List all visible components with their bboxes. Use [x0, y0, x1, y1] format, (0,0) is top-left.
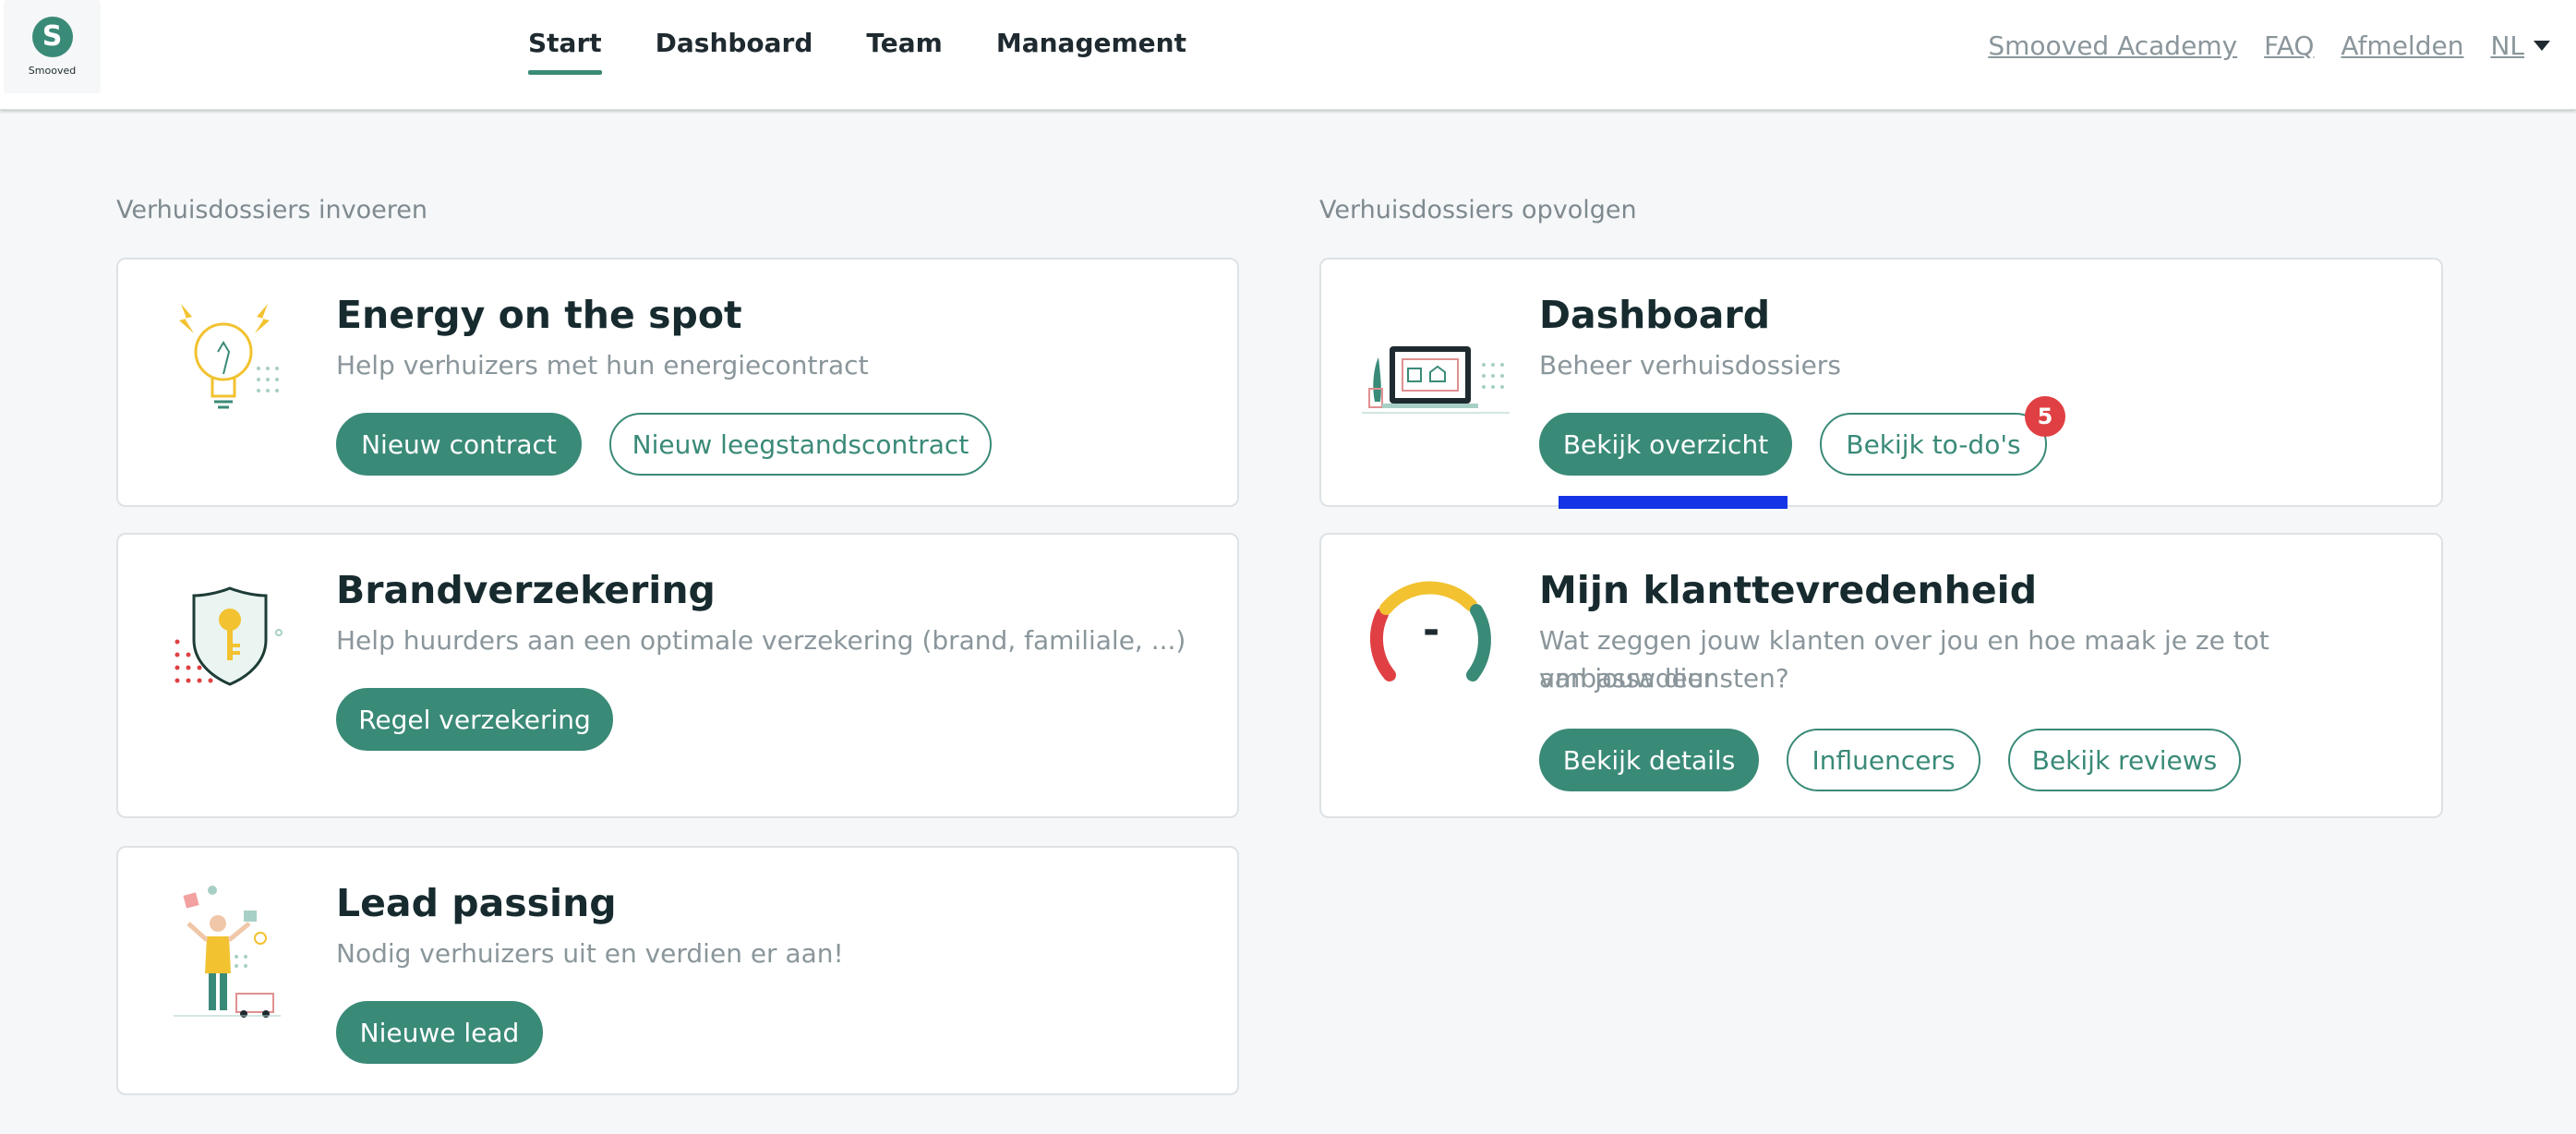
- nav-item-dashboard[interactable]: Dashboard: [656, 28, 813, 75]
- language-selector[interactable]: NL: [2490, 30, 2550, 61]
- card-title: Lead passing: [336, 881, 617, 925]
- nav-item-team[interactable]: Team: [866, 28, 942, 75]
- card-title: Energy on the spot: [336, 293, 742, 337]
- new-lead-button[interactable]: Nieuwe lead: [336, 1001, 543, 1064]
- utility-nav: Smooved Academy FAQ Afmelden NL: [1961, 30, 2550, 61]
- card-fire-insurance: Brandverzekering Help huurders aan een o…: [116, 533, 1239, 818]
- card-title: Brandverzekering: [336, 568, 716, 612]
- logo-mark-icon: S: [31, 17, 73, 57]
- nav-item-management[interactable]: Management: [996, 28, 1186, 75]
- card-dashboard: Dashboard Beheer verhuisdossiers Bekijk …: [1319, 258, 2443, 509]
- view-overview-button[interactable]: Bekijk overzicht: [1539, 413, 1792, 476]
- view-details-button[interactable]: Bekijk details: [1539, 729, 1759, 791]
- language-label: NL: [2490, 30, 2524, 61]
- chevron-down-icon: [2534, 41, 2550, 51]
- todo-count-badge: 5: [2025, 396, 2065, 437]
- card-subtitle: Beheer verhuisdossiers: [1539, 350, 1841, 380]
- shield-key-icon: [170, 583, 290, 694]
- arrange-insurance-button[interactable]: Regel verzekering: [336, 688, 613, 751]
- view-todos-button[interactable]: Bekijk to-do's: [1820, 413, 2047, 476]
- highlight-marker: [1559, 496, 1788, 509]
- card-subtitle: Help verhuizers met hun energiecontract: [336, 350, 869, 380]
- main-nav: Start Dashboard Team Management: [528, 28, 1240, 75]
- influencers-button[interactable]: Influencers: [1787, 729, 1980, 791]
- section-title-invoeren: Verhuisdossiers invoeren: [116, 196, 428, 224]
- card-title: Mijn klanttevredenheid: [1539, 568, 2038, 612]
- juggling-person-icon: [172, 885, 283, 1023]
- logout-link[interactable]: Afmelden: [2341, 30, 2463, 61]
- view-reviews-button[interactable]: Bekijk reviews: [2008, 729, 2241, 791]
- card-subtitle: Help huurders aan een optimale verzekeri…: [336, 625, 1186, 656]
- lightbulb-icon: [168, 296, 288, 426]
- card-customer-satisfaction: - Mijn klanttevredenheid Wat zeggen jouw…: [1319, 533, 2443, 818]
- nav-item-start[interactable]: Start: [528, 28, 602, 75]
- card-title: Dashboard: [1539, 293, 1771, 337]
- top-navigation-bar: S Smooved Start Dashboard Team Managemen…: [0, 0, 2576, 110]
- card-lead-passing: Lead passing Nodig verhuizers uit en ver…: [116, 846, 1239, 1095]
- laptop-icon: [1362, 337, 1510, 420]
- faq-link[interactable]: FAQ: [2264, 30, 2314, 61]
- section-title-opvolgen: Verhuisdossiers opvolgen: [1319, 196, 1637, 224]
- logo-text: Smooved: [28, 65, 77, 77]
- satisfaction-score: -: [1423, 607, 1440, 654]
- new-vacancy-contract-button[interactable]: Nieuw leegstandscontract: [609, 413, 992, 476]
- card-subtitle-line2: van jouw diensten?: [1539, 663, 1789, 694]
- academy-link[interactable]: Smooved Academy: [1988, 30, 2237, 61]
- smooved-logo[interactable]: S Smooved: [4, 0, 101, 93]
- card-subtitle: Nodig verhuizers uit en verdien er aan!: [336, 938, 844, 969]
- new-contract-button[interactable]: Nieuw contract: [336, 413, 582, 476]
- card-energy: Energy on the spot Help verhuizers met h…: [116, 258, 1239, 507]
